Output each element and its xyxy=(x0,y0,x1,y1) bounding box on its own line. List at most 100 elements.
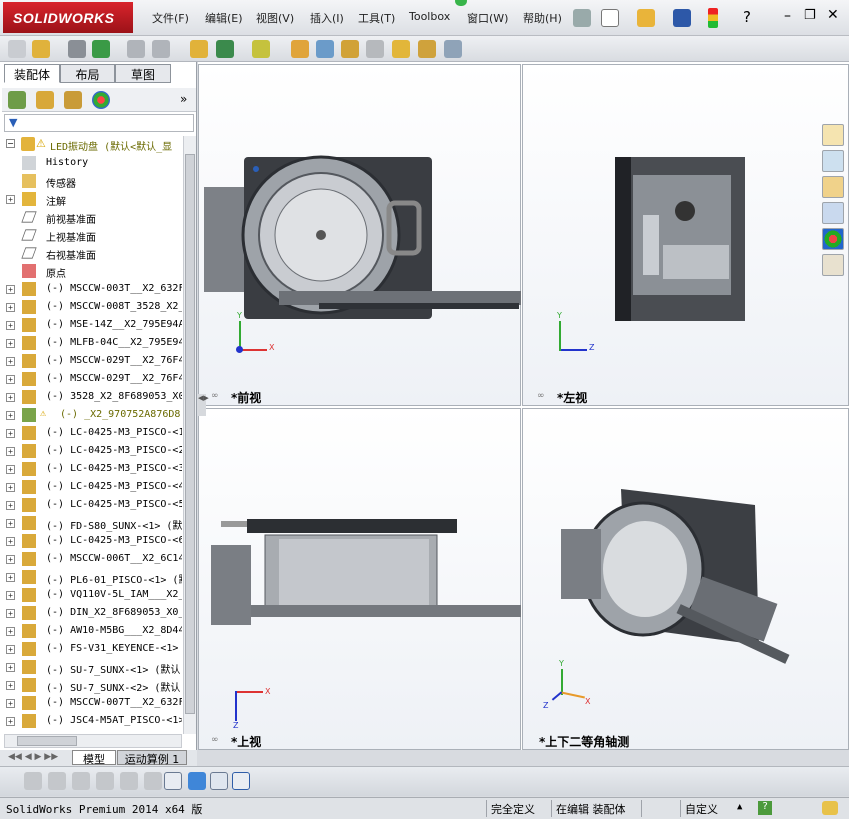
tab-sketch[interactable]: 草图 xyxy=(115,64,171,83)
expand-icon[interactable]: + xyxy=(6,465,15,474)
tree-item[interactable]: 右视基准面 xyxy=(0,244,182,262)
tree-item[interactable]: + (-) DIN_X2_8F689053_X0_ xyxy=(0,604,182,622)
tree-item[interactable]: + (-) MSCCW-006T__X2_6C14 xyxy=(0,550,182,568)
tree-item[interactable]: + (-) MSCCW-007T__X2_632F xyxy=(0,694,182,712)
viewport-isometric[interactable]: Y X Z *上下二等角轴测 xyxy=(522,408,849,750)
open-folder-icon[interactable] xyxy=(637,9,655,27)
tree-item[interactable]: + (-) LC-0425-M3_PISCO-<3 xyxy=(0,460,182,478)
tab-layout[interactable]: 布局 xyxy=(60,64,115,83)
tree-item[interactable]: + (-) MSCCW-003T__X2_632F xyxy=(0,280,182,298)
rotate-component-icon[interactable] xyxy=(152,40,170,58)
expand-icon[interactable]: + xyxy=(6,537,15,546)
instant3d-icon[interactable] xyxy=(444,40,462,58)
tree-item[interactable]: + (-) LC-0425-M3_PISCO-<4 xyxy=(0,478,182,496)
filter-box[interactable]: ▼ xyxy=(4,114,194,132)
save-icon[interactable] xyxy=(673,9,691,27)
expand-icon[interactable]: + xyxy=(6,663,15,672)
tree-item[interactable]: + (-) SU-7_SUNX-<1> (默认 xyxy=(0,658,182,676)
viewport-left[interactable]: Z Y ∞ *左视 xyxy=(522,64,849,406)
clearance-icon[interactable] xyxy=(366,40,384,58)
solidworks-logo[interactable]: SOLIDWORKS xyxy=(3,2,133,33)
tree-item[interactable]: 前视基准面 xyxy=(0,208,182,226)
assembly-tool-icon[interactable] xyxy=(8,40,26,58)
smart-fastener-icon[interactable] xyxy=(190,40,208,58)
tree-item[interactable]: + (-) 3528_X2_8F689053_X0 xyxy=(0,388,182,406)
dimension-icon[interactable] xyxy=(144,772,162,790)
render-icon[interactable] xyxy=(232,772,250,790)
menu-view[interactable]: 视图(V) xyxy=(256,10,294,26)
menu-file[interactable]: 文件(F) xyxy=(152,10,189,26)
help-icon[interactable]: ? xyxy=(743,8,751,26)
close-icon[interactable]: ✕ xyxy=(827,7,839,23)
tree-item[interactable]: 原点 xyxy=(0,262,182,280)
tab-assembly[interactable]: 装配体 xyxy=(4,64,60,83)
menu-toolbox[interactable]: Toolbox xyxy=(409,10,450,23)
tree-item[interactable]: + (-) MLFB-04C__X2_795E94 xyxy=(0,334,182,352)
motion-icon[interactable] xyxy=(24,772,42,790)
tree-item[interactable]: + (-) JSC4-M5AT_PISCO-<1> xyxy=(0,712,182,730)
new-doc-icon[interactable] xyxy=(601,9,619,27)
expand-icon[interactable]: + xyxy=(6,447,15,456)
display-manager-icon[interactable] xyxy=(92,91,110,109)
assembly-feature-icon[interactable] xyxy=(216,40,234,58)
expand-icon[interactable]: + xyxy=(6,303,15,312)
axis-icon[interactable] xyxy=(164,772,182,790)
tree-item[interactable]: + (-) LC-0425-M3_PISCO-<1 xyxy=(0,424,182,442)
rebuild-icon[interactable] xyxy=(708,8,718,28)
hole-alignment-icon[interactable] xyxy=(392,40,410,58)
tree-item[interactable]: + (-) SU-7_SUNX-<2> (默认 xyxy=(0,676,182,694)
minimize-icon[interactable]: – xyxy=(784,8,791,24)
interference-icon[interactable] xyxy=(341,40,359,58)
expand-icon[interactable]: + xyxy=(6,483,15,492)
menu-tools[interactable]: 工具(T) xyxy=(358,10,395,26)
tree-item[interactable]: 上视基准面 xyxy=(0,226,182,244)
expand-icon[interactable]: + xyxy=(6,375,15,384)
expand-icon[interactable]: + xyxy=(6,591,15,600)
reference-geometry-icon[interactable] xyxy=(252,40,270,58)
grid-icon[interactable] xyxy=(210,772,228,790)
explode-icon[interactable] xyxy=(72,772,90,790)
mate-icon[interactable] xyxy=(68,40,86,58)
tree-item[interactable]: + (-) MSCCW-008T_3528_X2_ xyxy=(0,298,182,316)
viewport-top[interactable]: X Z ∞ *上视 xyxy=(198,408,521,750)
tree-item[interactable]: + (-) FD-S80_SUNX-<1> (默 xyxy=(0,514,182,532)
table-icon[interactable] xyxy=(120,772,138,790)
view-palette-icon[interactable] xyxy=(822,202,844,224)
property-manager-icon[interactable] xyxy=(36,91,54,109)
menu-window[interactable]: 窗口(W) xyxy=(467,10,508,26)
status-help-icon[interactable]: ? xyxy=(758,801,772,815)
expand-icon[interactable]: + xyxy=(6,555,15,564)
move-component-icon[interactable] xyxy=(127,40,145,58)
expand-icon[interactable]: + xyxy=(6,339,15,348)
restore-icon[interactable]: ❐ xyxy=(804,8,816,23)
expand-icon[interactable]: + xyxy=(6,717,15,726)
expand-arrow-icon[interactable]: » xyxy=(180,92,187,106)
pattern-icon[interactable] xyxy=(92,40,110,58)
expand-icon[interactable]: + xyxy=(6,501,15,510)
status-custom-units[interactable]: 自定义 xyxy=(680,800,722,817)
pin-icon[interactable] xyxy=(573,9,591,27)
explode-view-icon[interactable] xyxy=(291,40,309,58)
tree-item[interactable]: + (-) LC-0425-M3_PISCO-<5 xyxy=(0,496,182,514)
config-manager-icon[interactable] xyxy=(64,91,82,109)
graphics-area[interactable]: ⊡ ⊡ – ❐ ✕ X Y ∞ *前视 xyxy=(198,62,849,750)
expand-icon[interactable]: + xyxy=(6,519,15,528)
expand-icon[interactable]: + xyxy=(6,195,15,204)
tree-item[interactable]: + (-) AW10-M5BG___X2_8D44 xyxy=(0,622,182,640)
expand-icon[interactable]: + xyxy=(6,393,15,402)
design-library-icon[interactable] xyxy=(822,150,844,172)
tree-item[interactable]: + (-) MSCCW-029T__X2_76F4 xyxy=(0,370,182,388)
tag-icon[interactable] xyxy=(822,801,838,815)
tree-item[interactable]: + (-) LC-0425-M3_PISCO-<6 xyxy=(0,532,182,550)
tree-item[interactable]: + (-) FS-V31_KEYENCE-<1> xyxy=(0,640,182,658)
list-icon[interactable] xyxy=(96,772,114,790)
viewport-front[interactable]: X Y ∞ *前视 xyxy=(198,64,521,406)
expand-icon[interactable]: + xyxy=(6,699,15,708)
tree-item[interactable]: + (-) MSE-14Z__X2_795E94A xyxy=(0,316,182,334)
shaded-view-icon[interactable] xyxy=(188,772,206,790)
file-explorer-icon[interactable] xyxy=(822,176,844,198)
tab-nav-arrows-icon[interactable]: ◀◀ ◀ ▶ ▶▶ xyxy=(8,752,58,762)
tab-model[interactable]: 模型 xyxy=(72,750,116,766)
tree-item[interactable]: + (-) MSCCW-029T__X2_76F4 xyxy=(0,352,182,370)
measure-icon[interactable] xyxy=(418,40,436,58)
